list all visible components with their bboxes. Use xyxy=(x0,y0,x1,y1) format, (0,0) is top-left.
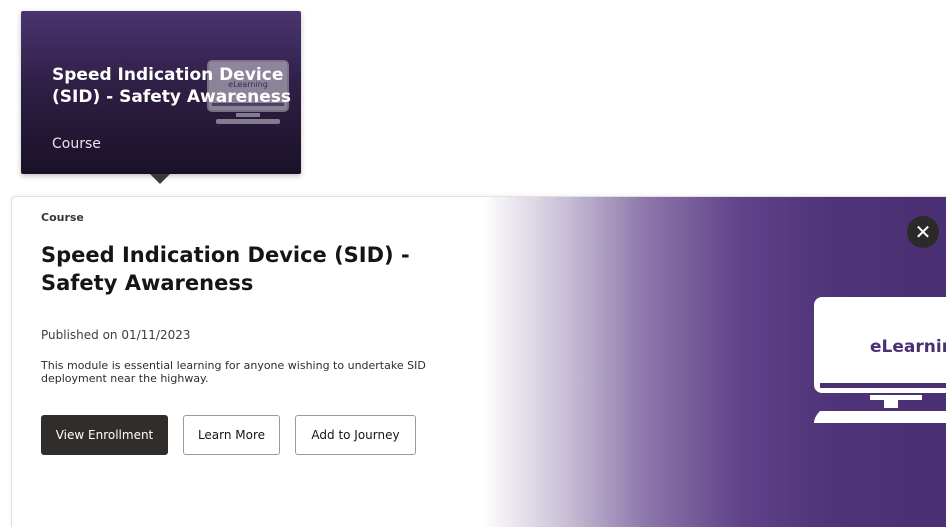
published-date: Published on 01/11/2023 xyxy=(41,328,191,342)
tile-title: Speed Indication Device (SID) - Safety A… xyxy=(52,65,291,107)
course-description: This module is essential learning for an… xyxy=(41,359,426,385)
hero-art-label: eLearning xyxy=(870,337,946,357)
course-detail-panel: eLearning ✕ Course Speed Indication Devi… xyxy=(11,196,946,527)
course-hero-art: eLearning xyxy=(482,197,946,527)
elearning-monitor-icon: eLearning xyxy=(814,297,946,423)
view-enrollment-button[interactable]: View Enrollment xyxy=(41,415,168,455)
content-type-label: Course xyxy=(41,211,84,224)
learn-more-button[interactable]: Learn More xyxy=(183,415,280,455)
close-button[interactable]: ✕ xyxy=(907,216,939,248)
selection-pointer xyxy=(150,174,170,184)
course-tile[interactable]: eLearning Speed Indication Device (SID) … xyxy=(21,11,301,174)
course-title: Speed Indication Device (SID) - Safety A… xyxy=(41,243,410,295)
tile-type: Course xyxy=(52,136,101,152)
close-icon: ✕ xyxy=(914,220,932,244)
add-to-journey-button[interactable]: Add to Journey xyxy=(295,415,416,455)
